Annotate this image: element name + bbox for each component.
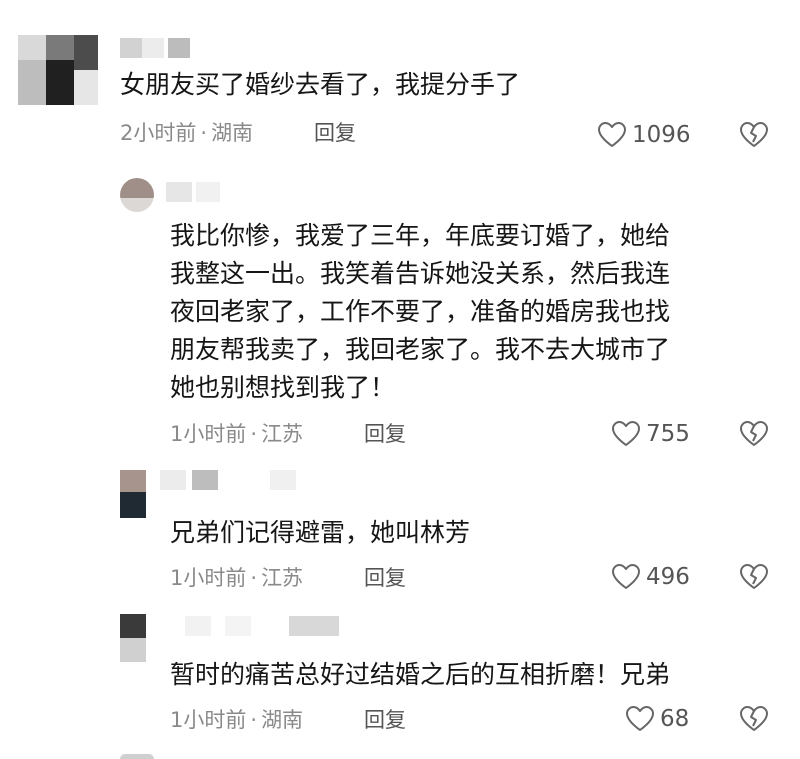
timestamp: 1小时前: [170, 566, 247, 590]
comment-1: 女朋友买了婚纱去看了，我提分手了 2小时前 · 湖南 回复 1096: [0, 0, 800, 160]
heart-outline-icon: [626, 706, 654, 731]
location: 江苏: [261, 422, 304, 446]
broken-heart-icon[interactable]: [740, 121, 768, 149]
broken-heart-icon[interactable]: [740, 420, 768, 448]
like-count: 1096: [632, 122, 691, 148]
heart-outline-icon: [612, 564, 640, 589]
comment-meta: 1小时前 · 湖南: [170, 705, 303, 735]
like-count: 755: [646, 421, 690, 447]
location: 江苏: [261, 566, 304, 590]
comment-meta: 1小时前 · 江苏: [170, 419, 303, 449]
separator: ·: [250, 422, 258, 446]
comment-text: 女朋友买了婚纱去看了，我提分手了: [120, 70, 521, 99]
reply-button[interactable]: 回复: [364, 563, 406, 593]
like-count: 496: [646, 564, 690, 590]
avatar[interactable]: [18, 35, 98, 105]
heart-outline-icon: [598, 122, 626, 147]
like-button[interactable]: 755: [612, 419, 690, 449]
location: 湖南: [261, 708, 304, 732]
next-comment-avatar-edge: [120, 754, 154, 759]
comment-2: 我比你惨，我爱了三年，年底要订婚了，她给 我整这一出。我笑着告诉她没关系，然后我…: [0, 160, 800, 460]
comment-3: 兄弟们记得避雷，她叫林芳 1小时前 · 江苏 回复 496: [0, 460, 800, 608]
comment-text: 兄弟们记得避雷，她叫林芳: [170, 518, 471, 547]
comment-text: 暂时的痛苦总好过结婚之后的互相折磨！兄弟: [170, 660, 671, 689]
username-blurred[interactable]: [120, 38, 200, 58]
location: 湖南: [211, 121, 254, 145]
timestamp: 1小时前: [170, 422, 247, 446]
heart-outline-icon: [612, 421, 640, 446]
broken-heart-icon[interactable]: [740, 563, 768, 591]
separator: ·: [250, 708, 258, 732]
reply-button[interactable]: 回复: [364, 419, 406, 449]
avatar[interactable]: [120, 614, 146, 662]
comment-meta: 2小时前 · 湖南: [120, 118, 253, 148]
username-blurred[interactable]: [160, 470, 320, 490]
avatar[interactable]: [120, 178, 154, 212]
like-button[interactable]: 68: [626, 704, 689, 734]
comment-text: 我比你惨，我爱了三年，年底要订婚了，她给 我整这一出。我笑着告诉她没关系，然后我…: [170, 221, 671, 402]
separator: ·: [200, 121, 208, 145]
username-blurred[interactable]: [185, 616, 345, 636]
avatar[interactable]: [120, 470, 146, 518]
reply-button[interactable]: 回复: [314, 118, 356, 148]
timestamp: 2小时前: [120, 121, 197, 145]
timestamp: 1小时前: [170, 708, 247, 732]
comment-4: 暂时的痛苦总好过结婚之后的互相折磨！兄弟 1小时前 · 湖南 回复 68: [0, 608, 800, 759]
like-button[interactable]: 496: [612, 562, 690, 592]
username-blurred[interactable]: [166, 182, 226, 202]
like-button[interactable]: 1096: [598, 120, 691, 150]
separator: ·: [250, 566, 258, 590]
like-count: 68: [660, 706, 690, 732]
broken-heart-icon[interactable]: [740, 705, 768, 733]
comment-meta: 1小时前 · 江苏: [170, 563, 303, 593]
reply-button[interactable]: 回复: [364, 705, 406, 735]
